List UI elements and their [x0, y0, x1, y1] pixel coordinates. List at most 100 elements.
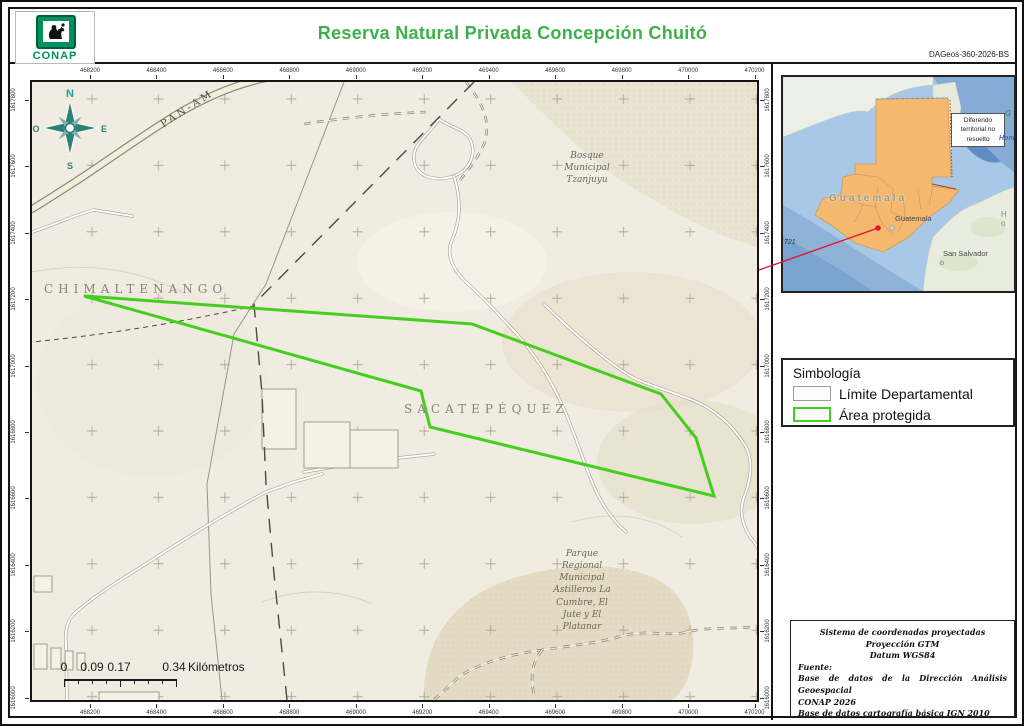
inset-country-label: Guatemala [829, 193, 907, 204]
scale-tick-label: 0.17 [107, 660, 130, 674]
x-axis-top: 4682004684004686004688004690004692004694… [30, 66, 759, 79]
label-chimaltenango: CHIMALTENANGO [44, 282, 227, 296]
axis-tick-mark [760, 698, 764, 699]
label-bosque-municipal: Bosque Municipal Tzanjuyu [542, 150, 632, 186]
axis-tick-mark [223, 704, 224, 708]
scale-tick-label: 0.09 [80, 660, 103, 674]
axis-tick-mark [555, 75, 556, 79]
axis-tick-label: 1617400 [765, 221, 771, 244]
axis-tick-label: 1616800 [765, 420, 771, 443]
label-sacatepequez: SACATEPÉQUEZ [404, 402, 569, 416]
inset-canvas [783, 77, 1014, 291]
axis-tick-label: 1616200 [11, 620, 17, 643]
axis-tick-mark [25, 631, 29, 632]
inset-sea-fragment: Hond [999, 135, 1016, 142]
grid-crosses [32, 82, 757, 700]
compass-s-label: S [67, 161, 73, 171]
axis-tick-label: 470200 [744, 710, 764, 716]
axis-tick-mark [25, 366, 29, 367]
scale-tick-mark [176, 679, 177, 687]
axis-tick-mark [760, 565, 764, 566]
axis-tick-mark [760, 498, 764, 499]
axis-tick-mark [90, 704, 91, 708]
axis-tick-label: 468400 [146, 710, 166, 716]
axis-tick-label: 469800 [612, 68, 632, 74]
axis-tick-mark [25, 498, 29, 499]
axis-tick-mark [156, 75, 157, 79]
axis-tick-mark [289, 704, 290, 708]
legend-item-label: Área protegida [839, 407, 931, 423]
axis-tick-mark [760, 233, 764, 234]
crs-line: Sistema de coordenadas proyectadas [798, 627, 1007, 639]
label-parque-regional: Parque Regional Municipal Astilleros La … [537, 548, 627, 633]
axis-tick-label: 1616400 [11, 553, 17, 576]
axis-tick-label: 1616600 [11, 487, 17, 510]
crs-line: Proyección GTM [798, 639, 1007, 651]
axis-tick-mark [25, 432, 29, 433]
axis-tick-mark [25, 100, 29, 101]
axis-tick-mark [760, 366, 764, 367]
scale-tick-mark [134, 679, 135, 684]
y-axis-left: 1617800161760016174001617200161700016168… [10, 80, 29, 702]
axis-tick-label: 1616800 [11, 420, 17, 443]
axis-tick-label: 469000 [346, 710, 366, 716]
source-heading: Fuente: [798, 662, 1007, 674]
axis-tick-mark [223, 75, 224, 79]
axis-tick-mark [755, 704, 756, 708]
scale-tick-mark [148, 679, 149, 684]
axis-tick-label: 469600 [545, 68, 565, 74]
axis-tick-mark [25, 565, 29, 566]
axis-tick-mark [25, 299, 29, 300]
axis-tick-mark [156, 704, 157, 708]
axis-tick-mark [760, 100, 764, 101]
inset-locator-map: Diferendo territorial no resuelto Guatem… [781, 75, 1016, 293]
axis-tick-label: 470000 [678, 68, 698, 74]
axis-tick-label: 468600 [213, 68, 233, 74]
axis-tick-label: 1617200 [11, 288, 17, 311]
compass-e-label: E [101, 124, 107, 134]
legend: Simbología Límite Departamental Área pro… [781, 358, 1015, 427]
source-line: Base de datos de la Dirección Análisis G… [798, 673, 1007, 696]
capital-city-dot [890, 226, 895, 231]
inset-capital-label: Guatemala [895, 214, 932, 223]
territorial-dispute-callout: Diferendo territorial no resuelto [951, 113, 1005, 147]
axis-tick-mark [755, 75, 756, 79]
axis-tick-label: 470200 [744, 68, 764, 74]
axis-tick-label: 469600 [545, 710, 565, 716]
x-axis-bottom: 4682004684004686004688004690004692004694… [30, 704, 759, 717]
compass-o-label: O [32, 124, 39, 134]
axis-tick-label: 1617200 [765, 288, 771, 311]
axis-tick-mark [356, 704, 357, 708]
axis-tick-label: 1617400 [11, 221, 17, 244]
san-salvador-dot [940, 261, 944, 265]
axis-tick-mark [555, 704, 556, 708]
page-title: Reserva Natural Privada Concepción Chuit… [10, 23, 1015, 44]
scale-tick-mark [162, 679, 163, 684]
axis-tick-mark [760, 432, 764, 433]
axis-tick-mark [622, 75, 623, 79]
axis-tick-label: 1617000 [765, 354, 771, 377]
scale-tick-mark [64, 679, 65, 687]
scale-tick-mark [120, 679, 121, 687]
axis-tick-mark [688, 704, 689, 708]
scale-tick-label: 0.34 [162, 660, 185, 674]
axis-tick-mark [688, 75, 689, 79]
axis-tick-label: 1617600 [11, 155, 17, 178]
axis-tick-label: 1616000 [765, 686, 771, 709]
source-line: Base de datos cartografía básica IGN 201… [798, 708, 1007, 720]
axis-tick-label: 1617800 [11, 88, 17, 111]
axis-tick-label: 469000 [346, 68, 366, 74]
axis-tick-mark [489, 75, 490, 79]
axis-tick-label: 468600 [213, 710, 233, 716]
axis-tick-mark [25, 698, 29, 699]
axis-tick-label: 468400 [146, 68, 166, 74]
scale-tick-mark [106, 679, 107, 684]
inset-honduras-fragment: H o [1001, 210, 1014, 228]
credits-box: Sistema de coordenadas proyectadas Proye… [790, 620, 1015, 717]
axis-tick-label: 1617600 [765, 155, 771, 178]
axis-tick-mark [25, 233, 29, 234]
axis-tick-label: 1616400 [765, 553, 771, 576]
axis-tick-mark [622, 704, 623, 708]
axis-tick-label: 468200 [80, 68, 100, 74]
scale-tick-mark [92, 679, 93, 684]
